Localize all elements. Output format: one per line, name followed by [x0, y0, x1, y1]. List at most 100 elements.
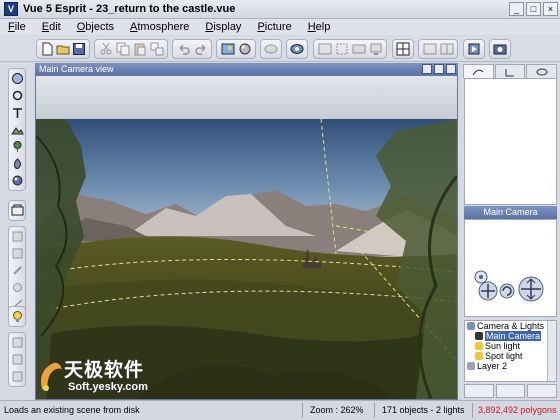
tree-tool-icon[interactable]	[10, 352, 25, 367]
status-zoom: Zoom : 262%	[310, 405, 364, 415]
cube-icon[interactable]	[10, 105, 25, 120]
tree-button-3[interactable]	[527, 384, 558, 398]
viewport-maximize-button[interactable]	[446, 64, 456, 74]
single-view-icon[interactable]	[422, 41, 437, 57]
terrain-icon[interactable]	[10, 122, 25, 137]
render-icon[interactable]	[351, 41, 366, 57]
group-tools	[8, 200, 26, 221]
tab-objects[interactable]	[463, 64, 494, 78]
pan-control-icon[interactable]	[478, 281, 498, 301]
world-browser-tree: Camera & Lights Main Camera Sun light Sp…	[464, 320, 557, 382]
display-icon[interactable]	[368, 41, 383, 57]
duplicate-icon[interactable]	[149, 41, 164, 57]
final-render-icon[interactable]	[493, 41, 507, 57]
file-group	[36, 39, 90, 59]
preview-group	[260, 39, 282, 59]
close-button[interactable]: ×	[543, 2, 558, 16]
menu-edit[interactable]: Edit	[42, 21, 61, 33]
object-preview	[464, 78, 557, 205]
hyper-icon[interactable]	[10, 280, 25, 295]
animation-group	[463, 39, 485, 59]
menu-file[interactable]: File	[8, 21, 26, 33]
main-camera-viewport[interactable]	[35, 75, 458, 400]
menu-atmosphere[interactable]: Atmosphere	[130, 21, 189, 33]
render-group	[313, 39, 387, 59]
menu-display[interactable]: Display	[205, 21, 241, 33]
light-icon[interactable]	[10, 309, 25, 324]
orbit-control-icon[interactable]	[518, 276, 544, 302]
tree-scrollbar[interactable]	[547, 321, 556, 381]
status-message: Loads an existing scene from disk	[4, 405, 140, 415]
tree-label: Sun light	[485, 341, 521, 351]
tree-item-layer-2[interactable]: Layer 2	[465, 361, 556, 371]
boolean-icon[interactable]	[10, 229, 25, 244]
tab-materials[interactable]	[494, 64, 526, 78]
maximize-button[interactable]: □	[526, 2, 541, 16]
watermark: 天极软件 Soft.yesky.com	[36, 355, 196, 399]
extra-tool-icon[interactable]	[10, 369, 25, 384]
tree-button-1[interactable]	[464, 384, 494, 398]
status-separator	[374, 403, 375, 418]
plant-icon[interactable]	[10, 139, 25, 154]
camera-controls	[464, 261, 557, 317]
watermark-logo	[41, 362, 62, 391]
render-options-icon[interactable]	[317, 41, 332, 57]
undo-icon[interactable]	[176, 41, 191, 57]
render-region-icon[interactable]	[334, 41, 349, 57]
camera-item-icon	[475, 332, 483, 340]
cut-icon[interactable]	[98, 41, 113, 57]
tree-label: Camera & Lights	[477, 321, 545, 331]
rock-icon[interactable]	[10, 156, 25, 171]
material-icon[interactable]	[237, 41, 252, 57]
cylinder-icon[interactable]	[10, 88, 25, 103]
tree-item-main-camera[interactable]: Main Camera	[465, 331, 556, 341]
camera-tool-icon[interactable]	[10, 335, 25, 350]
camera-icon[interactable]	[290, 41, 304, 57]
link-icon[interactable]	[10, 263, 25, 278]
layer-icon	[467, 362, 475, 370]
tree-item-camera-lights[interactable]: Camera & Lights	[465, 321, 556, 331]
animation-icon[interactable]	[467, 41, 481, 57]
menu-objects[interactable]: Objects	[77, 21, 114, 33]
sphere-icon[interactable]	[10, 71, 25, 86]
viewport-menu-button[interactable]	[422, 64, 432, 74]
open-icon[interactable]	[56, 41, 70, 57]
folder-icon	[467, 322, 475, 330]
group-icon[interactable]	[10, 203, 25, 218]
metablob-icon[interactable]	[10, 246, 25, 261]
tree-label: Layer 2	[477, 361, 508, 371]
new-icon[interactable]	[40, 41, 54, 57]
minimize-button[interactable]: _	[509, 2, 524, 16]
right-panel: Main Camera Camera & Lights Main Camera …	[461, 62, 560, 400]
tree-label: Spot light	[485, 351, 523, 361]
panel-tabs	[463, 64, 558, 78]
rotate-control-icon[interactable]	[499, 283, 515, 299]
viewport-minimize-button[interactable]	[434, 64, 444, 74]
menu-picture[interactable]: Picture	[257, 21, 291, 33]
copy-icon[interactable]	[115, 41, 130, 57]
final-render-group	[489, 39, 511, 59]
redo-icon[interactable]	[193, 41, 208, 57]
spotlight-icon	[475, 352, 483, 360]
status-bar: Loads an existing scene from disk Zoom :…	[0, 400, 560, 420]
tree-button-2[interactable]	[495, 384, 526, 398]
cloud-icon[interactable]	[10, 173, 25, 188]
split-view-icon[interactable]	[439, 41, 454, 57]
tab-library[interactable]	[526, 64, 558, 78]
app-icon: V	[4, 2, 18, 16]
boolean-tools	[8, 226, 26, 315]
main-toolbar	[0, 36, 560, 62]
watermark-url: Soft.yesky.com	[68, 381, 148, 393]
render-preview-icon[interactable]	[264, 41, 278, 57]
zoom-dial-icon[interactable]	[474, 270, 488, 284]
primitives-group	[8, 68, 26, 191]
paste-icon[interactable]	[132, 41, 147, 57]
save-icon[interactable]	[72, 41, 86, 57]
viewport-layout-icon[interactable]	[396, 41, 410, 57]
tree-item-sun-light[interactable]: Sun light	[465, 341, 556, 351]
tree-buttons	[464, 384, 558, 398]
tree-item-spot-light[interactable]: Spot light	[465, 351, 556, 361]
viewport-header: Main Camera view	[35, 63, 458, 75]
menu-help[interactable]: Help	[308, 21, 331, 33]
atmosphere-editor-icon[interactable]	[220, 41, 235, 57]
